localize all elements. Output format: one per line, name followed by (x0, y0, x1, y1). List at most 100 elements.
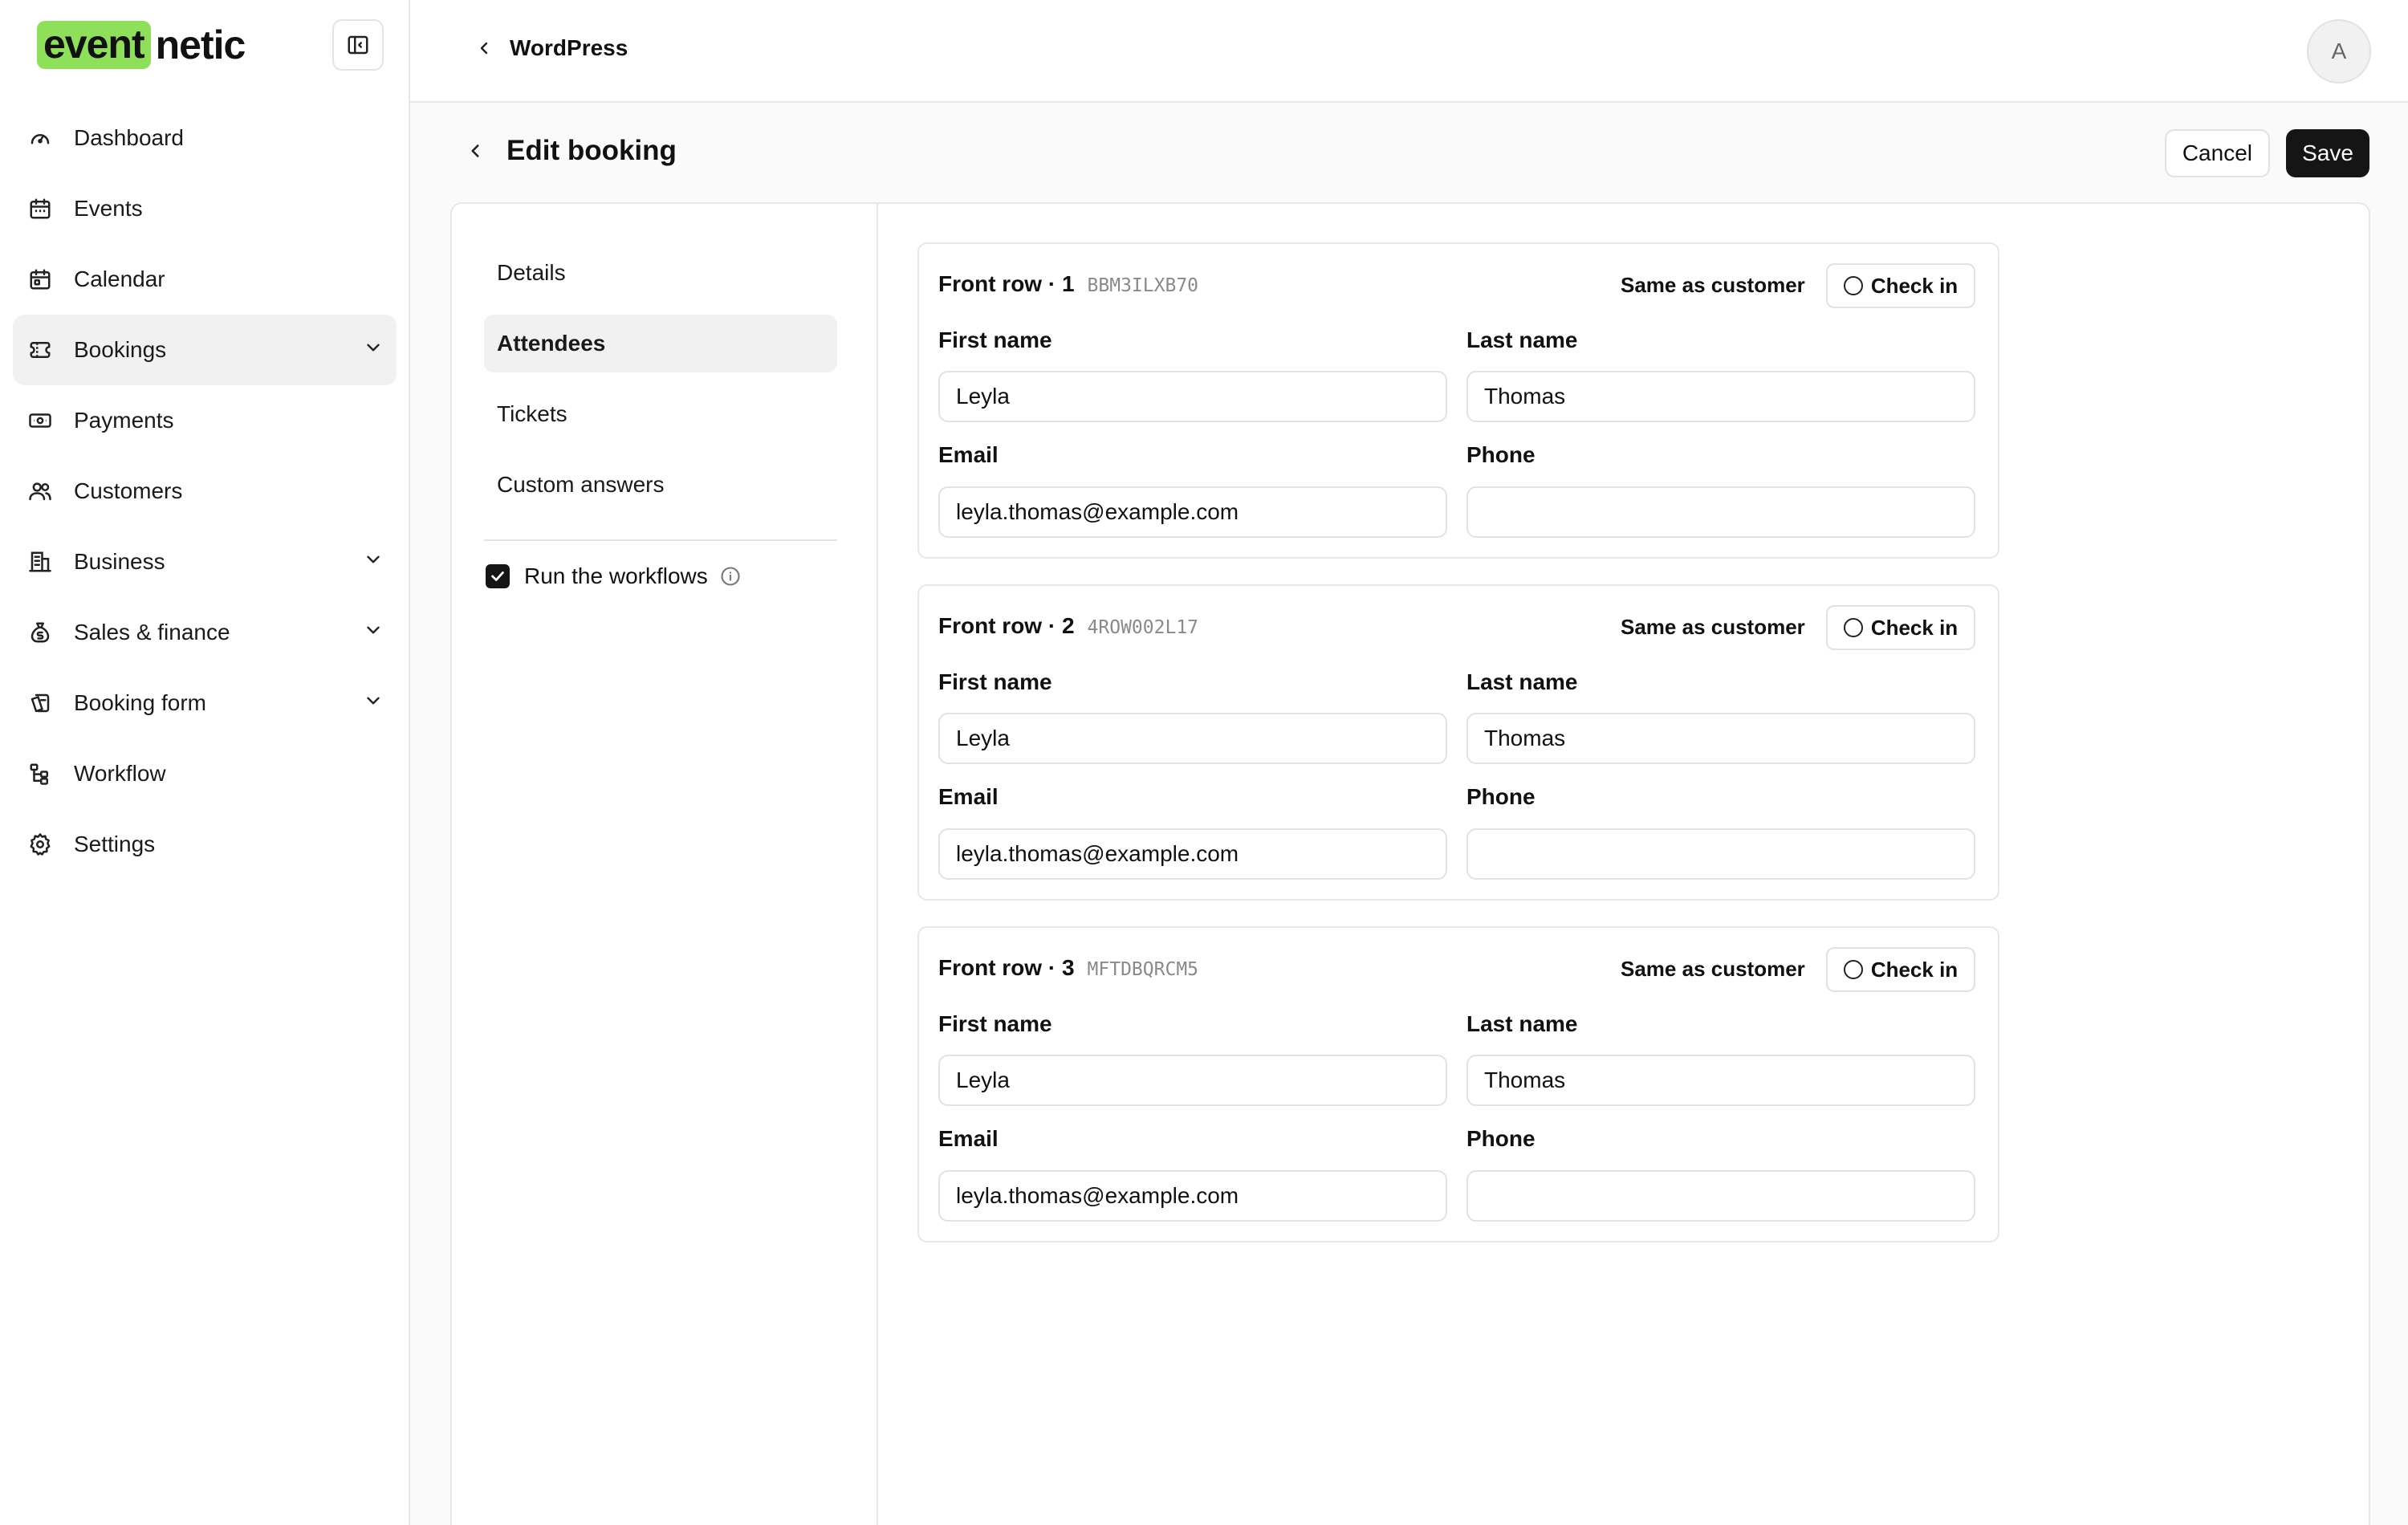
page-header: Edit booking (465, 127, 677, 175)
avatar[interactable]: A (2307, 19, 2371, 83)
sidebar-item-label: Bookings (74, 337, 167, 362)
attendee-title-text: Front row · 1 (938, 271, 1075, 296)
tab-details[interactable]: Details (484, 244, 837, 302)
same-as-customer-button[interactable]: Same as customer (1621, 273, 1805, 298)
sidebar-item-bookings[interactable]: Bookings (13, 315, 397, 385)
run-workflows-option[interactable]: Run the workflows (486, 563, 742, 589)
attendee-title: Front row · 2 4ROW002L17 (938, 613, 1198, 639)
chevron-down-icon (363, 620, 384, 640)
sidebar-item-events[interactable]: Events (13, 173, 397, 244)
sidebar-toggle-button[interactable] (332, 19, 384, 71)
sidebar-item-dashboard[interactable]: Dashboard (13, 103, 397, 173)
last-name-field[interactable] (1466, 713, 1975, 764)
last-name-label: Last name (1466, 1011, 1578, 1036)
calendar-icon (27, 196, 53, 222)
tab-attendees[interactable]: Attendees (484, 315, 837, 372)
sidebar-toggle-icon (346, 33, 370, 57)
tab-custom-answers[interactable]: Custom answers (484, 456, 837, 514)
logo-part-netic: netic (155, 22, 246, 67)
section-nav: Details Attendees Tickets Custom answers… (452, 204, 878, 1525)
attendee-list: Front row · 1 BBM3ILXB70 Same as custome… (917, 242, 1999, 1268)
phone-field[interactable] (1466, 1170, 1975, 1222)
attendee-card: Front row · 3 MFTDBQRCM5 Same as custome… (917, 926, 1999, 1242)
attendee-title-text: Front row · 3 (938, 955, 1075, 980)
email-field[interactable] (938, 486, 1447, 538)
radio-icon (1843, 960, 1863, 979)
sidebar-item-business[interactable]: Business (13, 527, 397, 597)
calendar-icon (27, 266, 53, 292)
sidebar-item-label: Sales & finance (74, 620, 230, 645)
check-in-label: Check in (1870, 615, 1959, 640)
last-name-label: Last name (1466, 669, 1578, 694)
check-in-label: Check in (1870, 957, 1959, 982)
sidebar-item-workflow[interactable]: Workflow (13, 738, 397, 809)
last-name-field[interactable] (1466, 371, 1975, 422)
sidebar-item-customers[interactable]: Customers (13, 456, 397, 527)
save-button[interactable]: Save (2286, 129, 2369, 177)
email-label: Email (938, 1126, 999, 1151)
attendee-card: Front row · 1 BBM3ILXB70 Same as custome… (917, 242, 1999, 559)
ticket-code: BBM3ILXB70 (1087, 275, 1199, 296)
phone-label: Phone (1466, 442, 1536, 467)
attendee-title-text: Front row · 2 (938, 613, 1075, 638)
phone-field[interactable] (1466, 828, 1975, 880)
radio-icon (1843, 276, 1863, 295)
email-field[interactable] (938, 828, 1447, 880)
phone-field[interactable] (1466, 486, 1975, 538)
email-label: Email (938, 784, 999, 809)
first-name-field[interactable] (938, 713, 1447, 764)
sidebar-item-label: Workflow (74, 761, 166, 786)
attendee-card: Front row · 2 4ROW002L17 Same as custome… (917, 584, 1999, 901)
sidebar-item-payments[interactable]: Payments (13, 385, 397, 456)
email-label: Email (938, 442, 999, 467)
run-workflows-label: Run the workflows (524, 563, 708, 588)
sidebar: event netic Dashboard Events Calendar Bo… (0, 0, 410, 1525)
run-workflows-checkbox[interactable] (486, 564, 510, 588)
ticket-code: MFTDBQRCM5 (1087, 959, 1199, 980)
first-name-field[interactable] (938, 1055, 1447, 1106)
ticket-icon (27, 337, 53, 363)
divider (484, 539, 837, 541)
sidebar-item-label: Booking form (74, 690, 206, 715)
cancel-button[interactable]: Cancel (2164, 129, 2270, 177)
same-as-customer-button[interactable]: Same as customer (1621, 957, 1805, 982)
first-name-label: First name (938, 327, 1052, 352)
back-link-label: WordPress (510, 35, 628, 60)
phone-label: Phone (1466, 784, 1536, 809)
same-as-customer-button[interactable]: Same as customer (1621, 615, 1805, 640)
back-button[interactable] (465, 140, 486, 161)
tab-tickets[interactable]: Tickets (484, 385, 837, 443)
chevron-down-icon (363, 690, 384, 711)
sidebar-item-booking-form[interactable]: Booking form (13, 668, 397, 738)
sidebar-item-calendar[interactable]: Calendar (13, 244, 397, 315)
phone-label: Phone (1466, 1126, 1536, 1151)
sidebar-item-label: Payments (74, 408, 174, 433)
chevron-left-icon (474, 39, 510, 58)
check-in-button[interactable]: Check in (1826, 605, 1975, 650)
form-icon (27, 690, 53, 716)
sidebar-item-label: Customers (74, 478, 183, 503)
page-title: Edit booking (506, 135, 677, 166)
email-field[interactable] (938, 1170, 1447, 1222)
attendee-title: Front row · 3 MFTDBQRCM5 (938, 955, 1198, 981)
ticket-code: 4ROW002L17 (1087, 617, 1199, 638)
last-name-field[interactable] (1466, 1055, 1975, 1106)
back-to-wordpress-link[interactable]: WordPress (474, 35, 628, 61)
main-content: Edit booking Cancel Save Details Attende… (410, 103, 2408, 1525)
check-in-button[interactable]: Check in (1826, 947, 1975, 992)
first-name-label: First name (938, 1011, 1052, 1036)
section-tabs: Details Attendees Tickets Custom answers (484, 244, 837, 527)
sidebar-item-settings[interactable]: Settings (13, 809, 397, 880)
sidebar-item-label: Events (74, 196, 143, 221)
users-icon (27, 478, 53, 504)
gear-icon (27, 832, 53, 857)
info-icon[interactable] (719, 565, 742, 588)
topbar: WordPress A (410, 0, 2408, 103)
sidebar-item-label: Settings (74, 832, 156, 856)
last-name-label: Last name (1466, 327, 1578, 352)
check-in-button[interactable]: Check in (1826, 263, 1975, 308)
logo[interactable]: event netic (37, 19, 246, 71)
logo-part-event: event (37, 21, 151, 69)
first-name-field[interactable] (938, 371, 1447, 422)
sidebar-item-sales-finance[interactable]: Sales & finance (13, 597, 397, 668)
